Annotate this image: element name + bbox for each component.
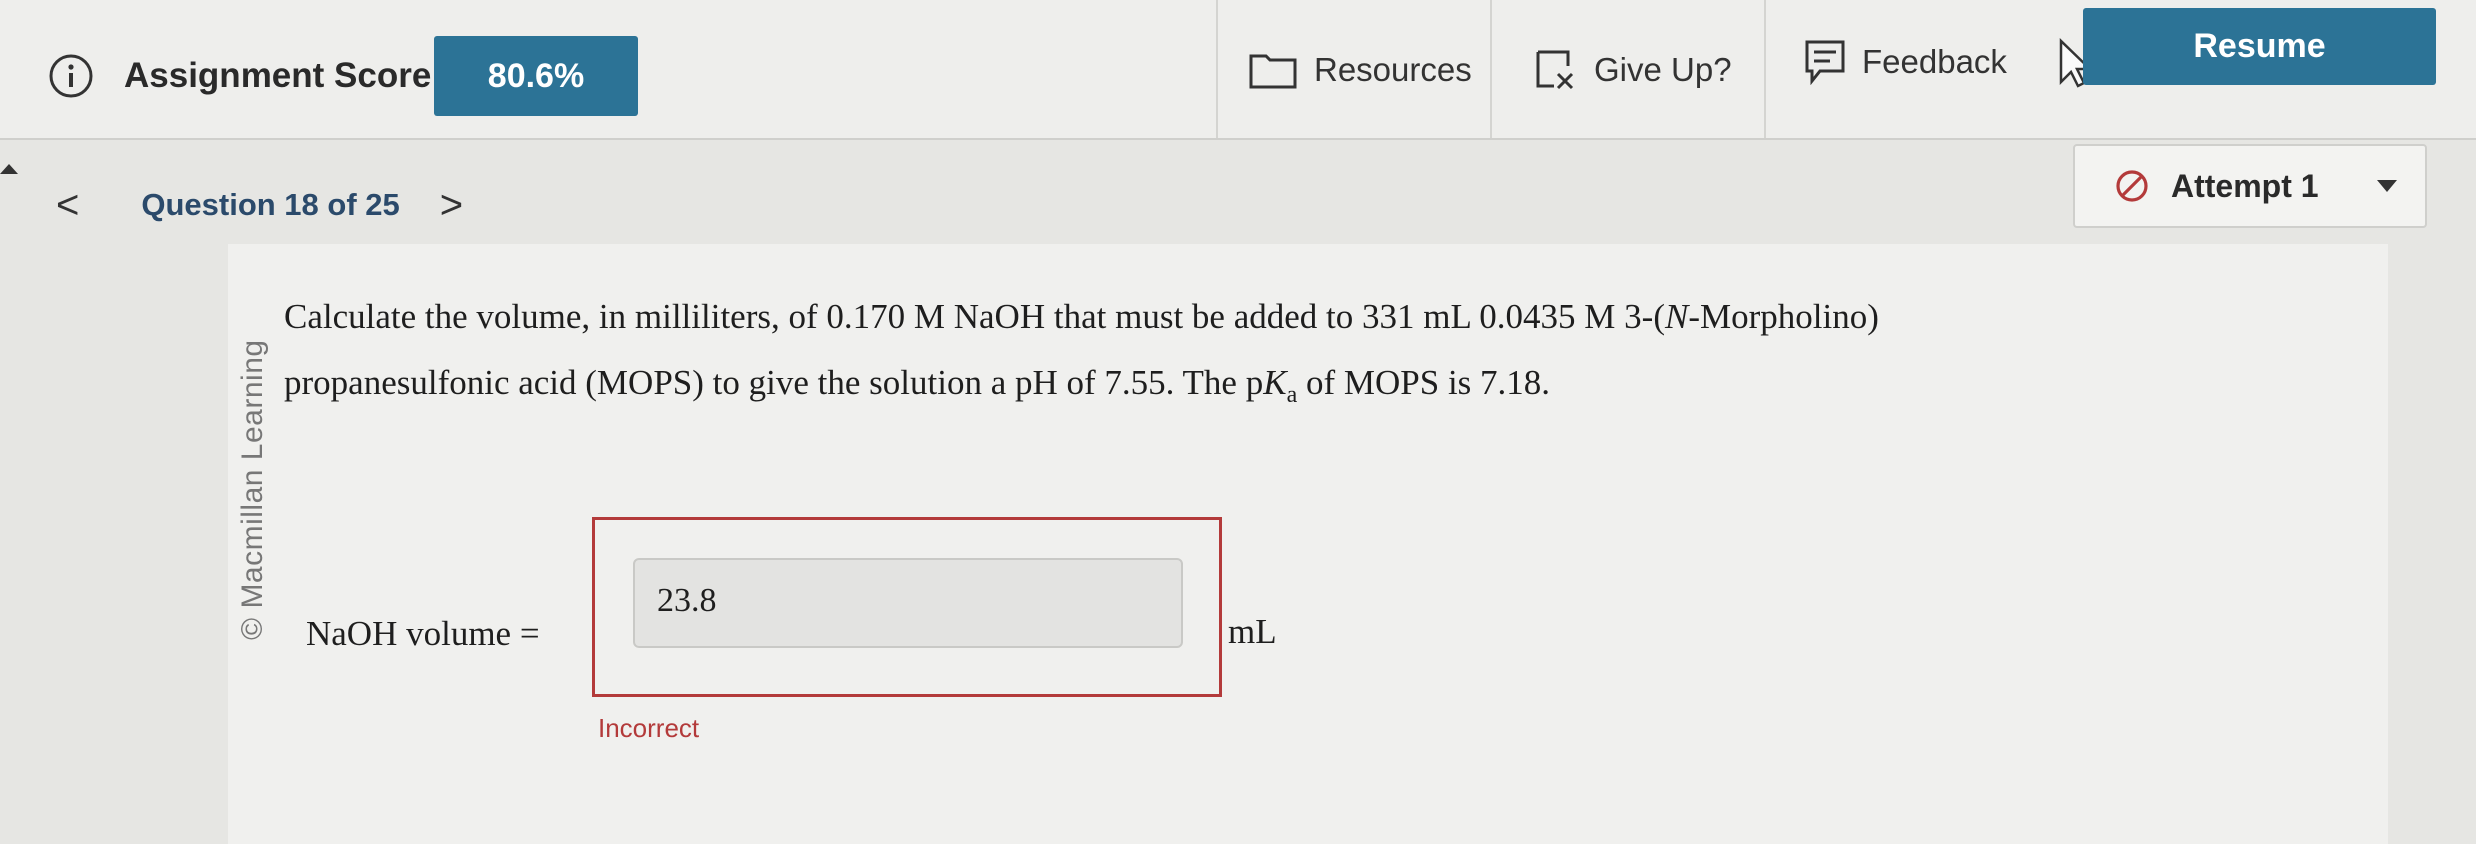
resources-label: Resources <box>1314 51 1472 88</box>
answer-frame: 23.8 <box>592 517 1222 697</box>
give-up-button[interactable]: Give Up? <box>1534 30 1732 110</box>
dropdown-icon <box>2377 180 2397 192</box>
copyright-watermark: © Macmillan Learning <box>236 339 269 640</box>
top-bar: Assignment Score: 80.6% Resources Give U… <box>0 0 2476 140</box>
question-nav: < Question 18 of 25 > <box>56 180 463 230</box>
toolbar-divider <box>1216 0 1218 138</box>
ban-icon <box>2116 170 2148 202</box>
answer-label: NaOH volume = <box>306 614 540 653</box>
answer-unit: mL <box>1228 612 1277 651</box>
score-value: 80.6% <box>434 36 638 116</box>
collapse-caret-icon[interactable] <box>0 164 18 174</box>
prev-question-button[interactable]: < <box>56 185 79 225</box>
info-icon[interactable] <box>48 53 94 99</box>
question-line-1: Calculate the volume, in milliliters, of… <box>284 297 1879 336</box>
incorrect-feedback: Incorrect <box>598 713 700 743</box>
assignment-score: Assignment Score: <box>48 36 443 116</box>
give-up-label: Give Up? <box>1594 51 1732 88</box>
give-up-icon <box>1536 50 1574 90</box>
toolbar-divider <box>1490 0 1492 138</box>
toolbar-divider <box>1764 0 1766 138</box>
naoh-volume-input[interactable]: 23.8 <box>633 558 1183 648</box>
question-text: Calculate the volume, in milliliters, of… <box>284 284 2334 428</box>
question-line-2: propanesulfonic acid (MOPS) to give the … <box>284 363 1551 408</box>
resources-button[interactable]: Resources <box>1248 30 1472 110</box>
attempt-dropdown[interactable]: Attempt 1 <box>2073 144 2427 228</box>
feedback-icon <box>1805 40 1845 85</box>
folder-icon <box>1249 54 1297 89</box>
question-counter: Question 18 of 25 <box>141 187 400 222</box>
feedback-label: Feedback <box>1862 43 2007 80</box>
next-question-button[interactable]: > <box>440 185 463 225</box>
resume-button[interactable]: Resume <box>2083 8 2436 85</box>
attempt-label: Attempt 1 <box>2171 167 2319 204</box>
score-label: Assignment Score: <box>124 56 443 95</box>
feedback-button[interactable]: Feedback <box>1804 22 2007 102</box>
